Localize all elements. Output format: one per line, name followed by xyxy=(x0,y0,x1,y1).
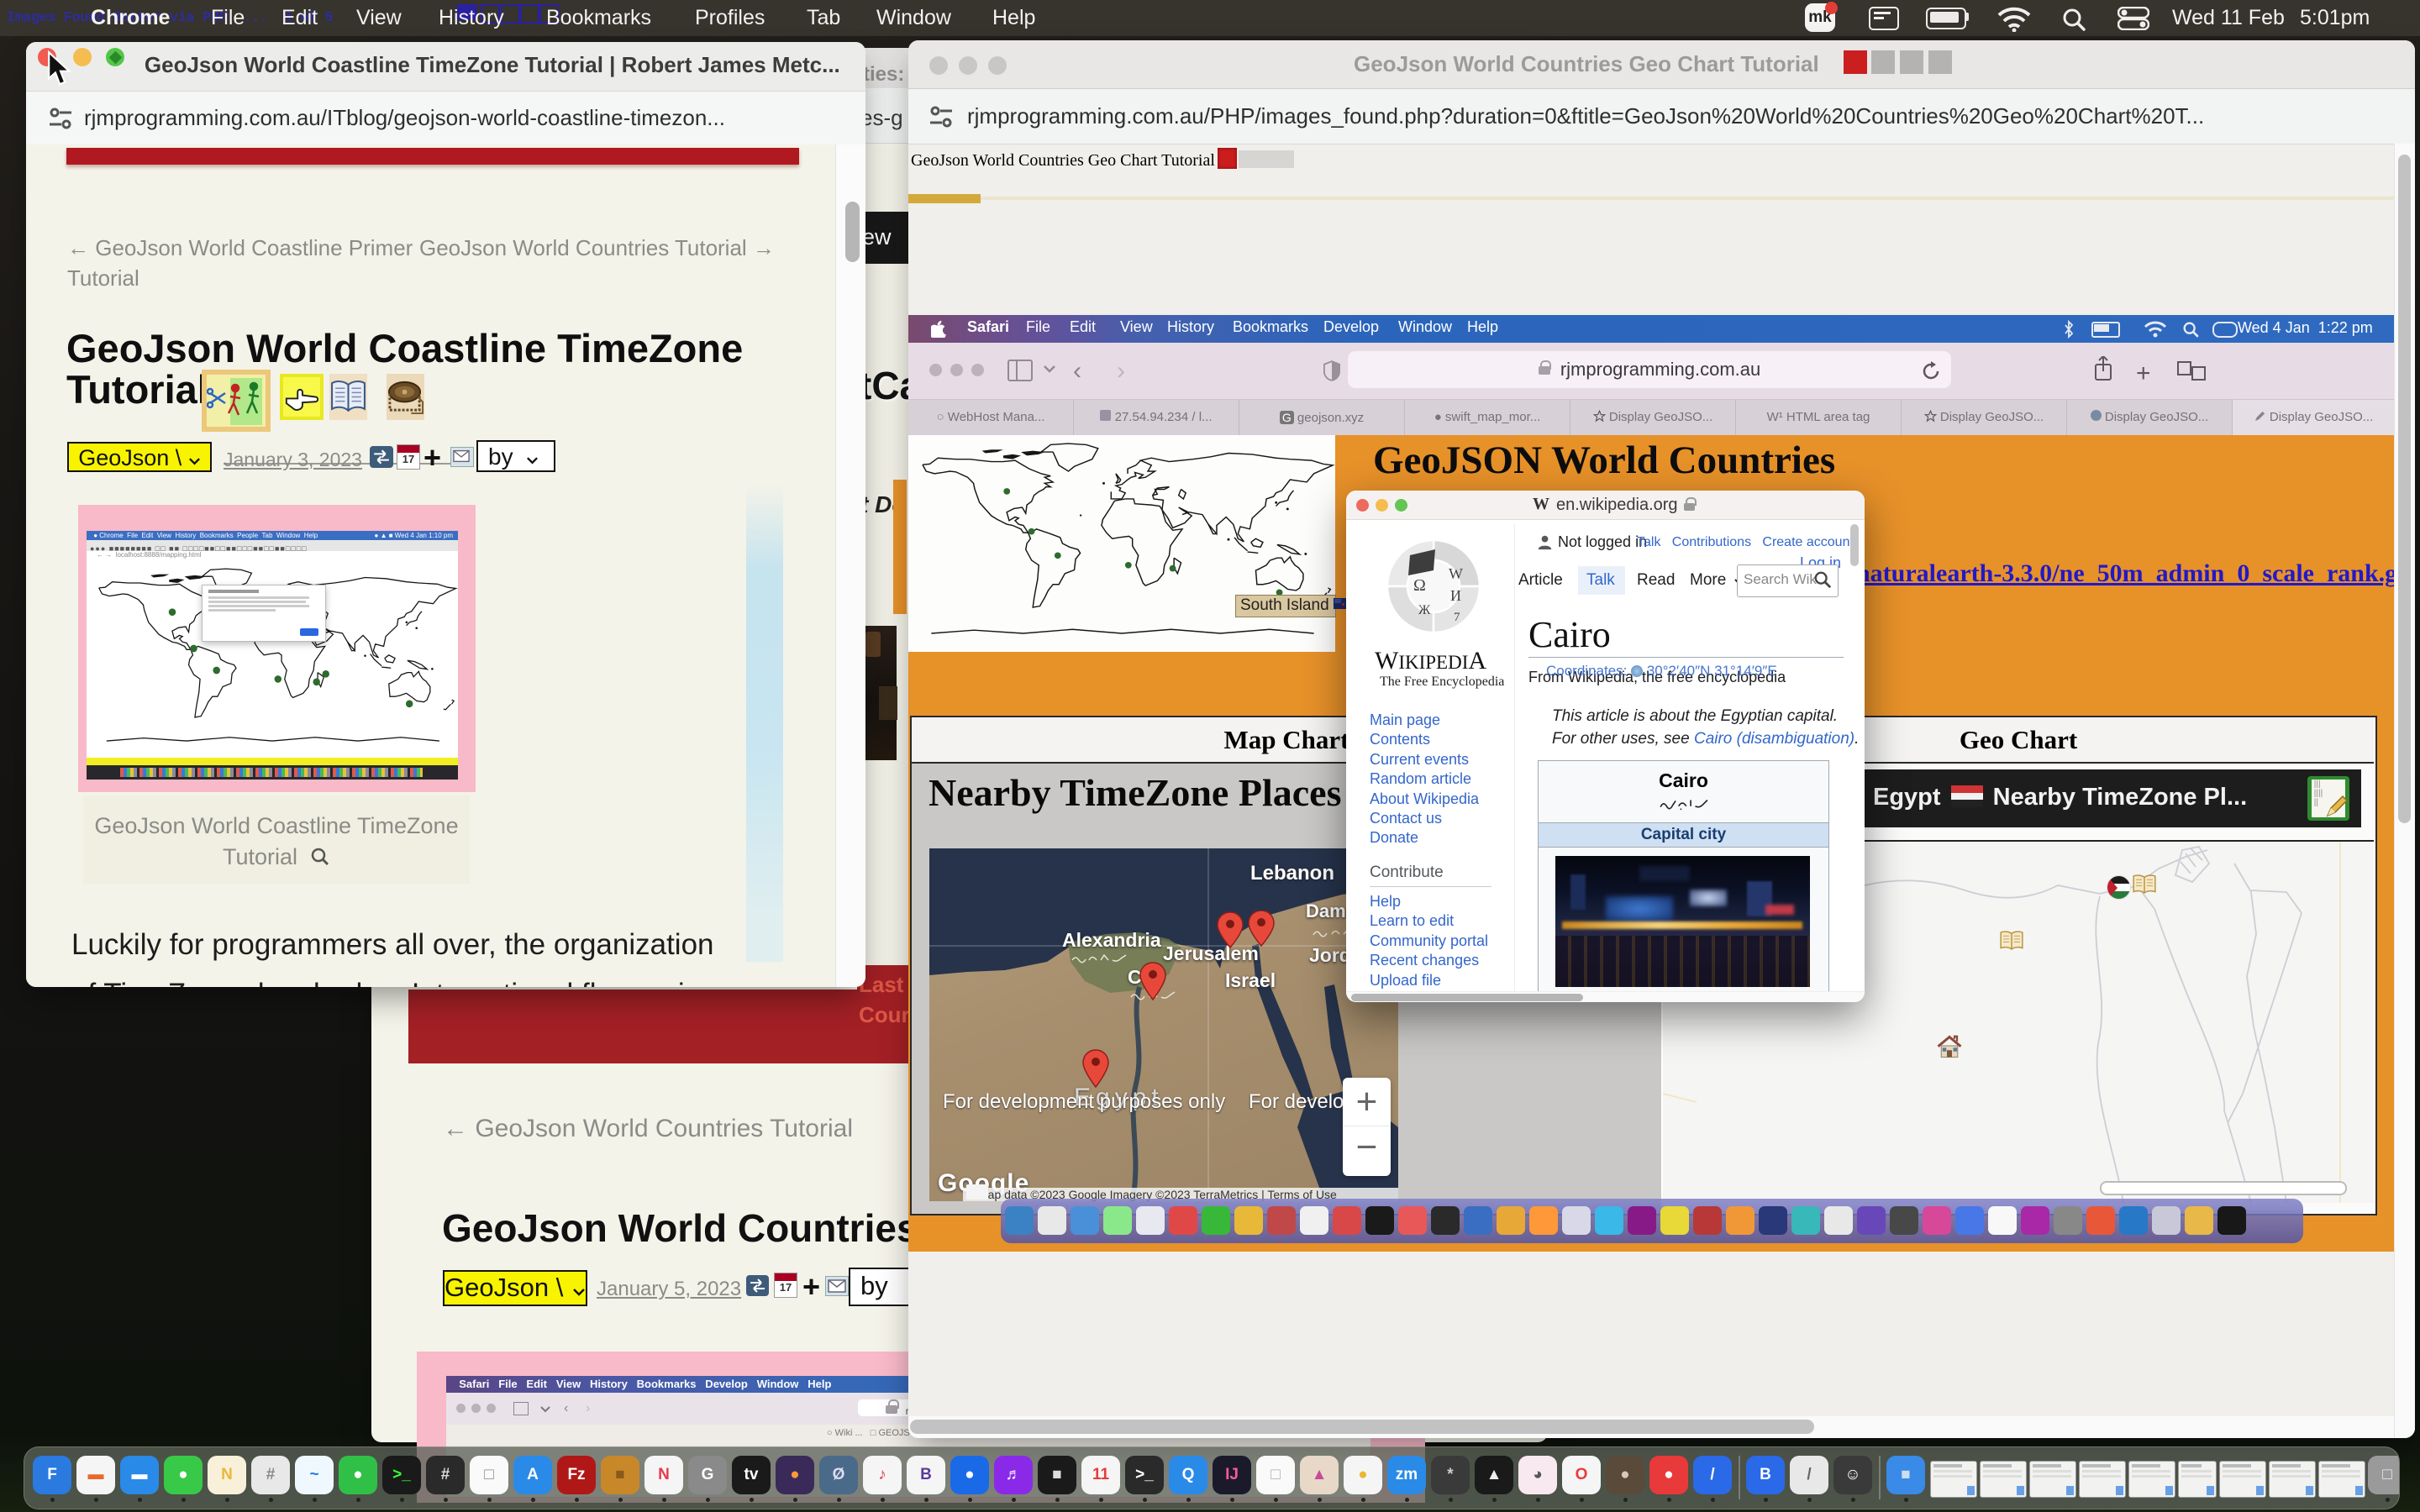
svg-text:И: И xyxy=(1450,587,1461,604)
svg-text:7: 7 xyxy=(1454,611,1460,624)
svg-text:Ж: Ж xyxy=(1418,603,1431,617)
svg-text:Ω: Ω xyxy=(1413,576,1426,595)
svg-text:W: W xyxy=(1449,565,1463,582)
